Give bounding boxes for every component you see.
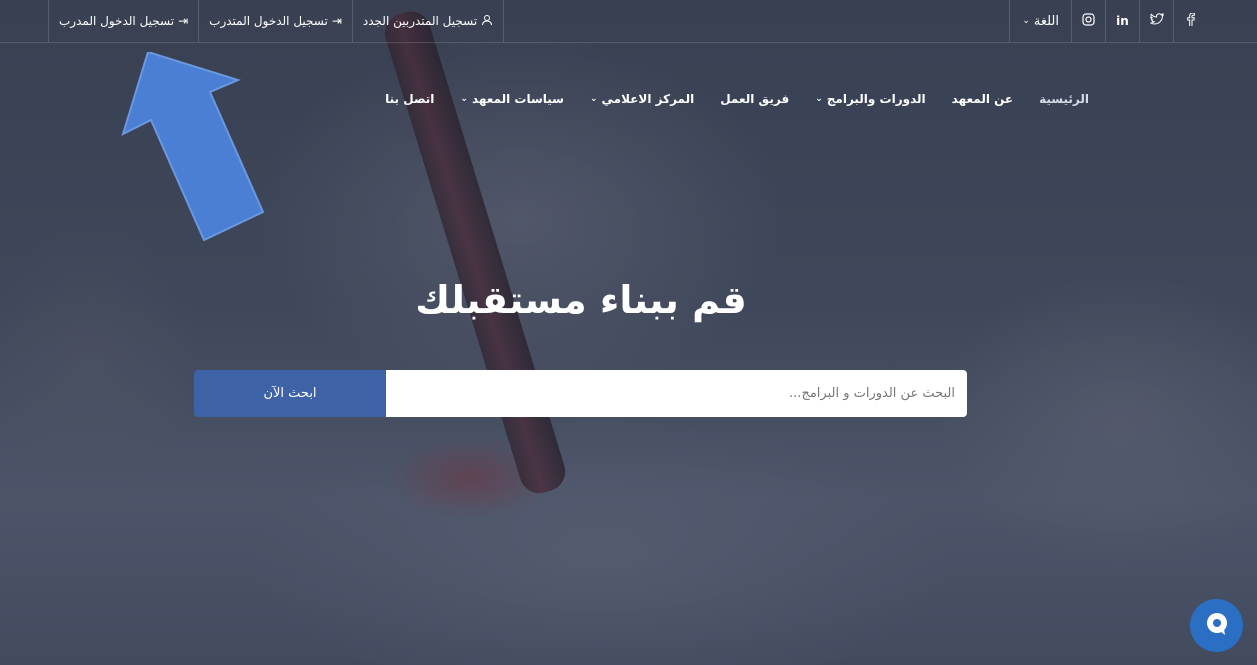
nav-policies[interactable]: سياسات المعهد ⌄ xyxy=(460,92,564,106)
login-icon: ⇥ xyxy=(178,14,189,28)
facebook-icon xyxy=(1186,11,1195,30)
main-navigation: الرئيسية عن المعهد الدورات والبرامج ⌄ فر… xyxy=(385,92,1089,106)
register-trainees-label: تسجيل المتدربين الجدد xyxy=(362,14,478,28)
search-button[interactable]: ابحث الآن xyxy=(194,370,386,417)
search-bar: ابحث الآن xyxy=(194,370,967,417)
nav-team-label: فريق العمل xyxy=(720,92,790,106)
trainer-login-label: تسجيل الدخول المدرب xyxy=(59,14,175,28)
nav-courses[interactable]: الدورات والبرامج ⌄ xyxy=(815,92,925,106)
nav-contact[interactable]: اتصل بنا xyxy=(385,92,434,106)
trainer-login-link[interactable]: ⇥ تسجيل الدخول المدرب xyxy=(48,0,200,42)
chevron-down-icon: ⌄ xyxy=(1022,16,1030,26)
instagram-icon xyxy=(1082,12,1095,30)
nav-policies-label: سياسات المعهد xyxy=(471,92,564,106)
nav-media-label: المركز الاعلامي xyxy=(601,92,695,106)
user-icon xyxy=(481,14,493,29)
chevron-down-icon: ⌄ xyxy=(589,94,598,104)
twitter-icon xyxy=(1149,12,1164,29)
chevron-down-icon: ⌄ xyxy=(815,94,823,104)
language-selector[interactable]: ⌄ اللغة xyxy=(1009,0,1071,42)
nav-about-label: عن المعهد xyxy=(951,92,1014,106)
topbar-right: ⌄ اللغة in xyxy=(1009,0,1207,42)
nav-media[interactable]: المركز الاعلامي ⌄ xyxy=(590,92,694,106)
nav-about[interactable]: عن المعهد xyxy=(952,92,1013,106)
instagram-link[interactable] xyxy=(1071,0,1105,42)
register-trainees-link[interactable]: تسجيل المتدربين الجدد xyxy=(353,0,505,42)
annotation-arrow xyxy=(121,52,265,242)
nav-home[interactable]: الرئيسية xyxy=(1039,92,1089,106)
nav-home-label: الرئيسية xyxy=(1039,92,1089,106)
top-bar: ⇥ تسجيل الدخول المدرب ⇥ تسجيل الدخول الم… xyxy=(0,0,1257,43)
trainee-login-label: تسجيل الدخول المتدرب xyxy=(209,14,328,28)
linkedin-link[interactable]: in xyxy=(1105,0,1139,42)
facebook-link[interactable] xyxy=(1173,0,1207,42)
chat-bubble-icon xyxy=(1204,611,1230,641)
search-input[interactable] xyxy=(386,370,967,417)
login-icon: ⇥ xyxy=(331,14,342,28)
trainee-login-link[interactable]: ⇥ تسجيل الدخول المتدرب xyxy=(199,0,353,42)
linkedin-icon: in xyxy=(1116,14,1129,28)
chat-widget-button[interactable] xyxy=(1190,599,1243,652)
language-label: اللغة xyxy=(1033,13,1059,29)
twitter-link[interactable] xyxy=(1139,0,1173,42)
hero-title: قم ببناء مستقبلك xyxy=(415,278,747,322)
nav-courses-label: الدورات والبرامج xyxy=(826,92,926,106)
account-links: ⇥ تسجيل الدخول المدرب ⇥ تسجيل الدخول الم… xyxy=(48,0,505,42)
nav-contact-label: اتصل بنا xyxy=(385,92,435,106)
nav-team[interactable]: فريق العمل xyxy=(720,92,789,106)
chevron-down-icon: ⌄ xyxy=(460,94,468,104)
